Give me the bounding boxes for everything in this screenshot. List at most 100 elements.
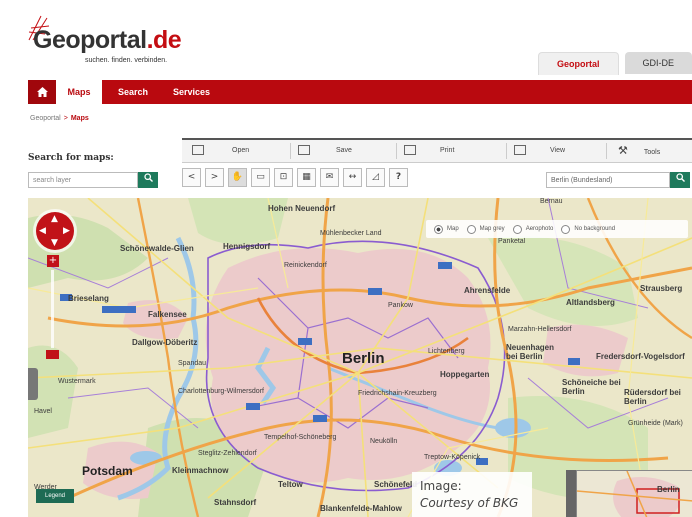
layer-option-map-grey[interactable]: Map grey [466, 224, 505, 234]
map-label-neuenhagen: Neuenhagen bei Berlin [506, 343, 555, 361]
place-search-input[interactable]: Berlin (Bundesland) [546, 172, 670, 188]
map-label-tempelhof: Tempelhof-Schöneberg [264, 434, 337, 441]
save-icon [298, 145, 310, 156]
geoportal-logo[interactable]: Geoportal.de suchen. finden. verbinden. [25, 12, 225, 68]
pan-left-icon[interactable]: ◀ [39, 226, 46, 236]
map-label-berlin: Berlin [342, 350, 385, 367]
view-icon [514, 145, 526, 156]
pan-hand-icon[interactable]: ✋ [228, 168, 247, 187]
map-label-panketal: Panketal [498, 238, 526, 245]
zoom-box-icon[interactable]: ▭ [251, 168, 270, 187]
measure-area-icon[interactable]: ◿ [366, 168, 385, 187]
overview-map[interactable]: Berlin [576, 470, 692, 517]
map-label-fredersdorf: Fredersdorf-Vogelsdorf [596, 352, 685, 361]
mail-icon[interactable]: ✉ [320, 168, 339, 187]
radio-icon [434, 224, 443, 234]
legend-button[interactable]: Legend [36, 489, 74, 503]
map-label-marzahn: Marzahn-Hellersdorf [508, 326, 572, 333]
measure-distance-icon[interactable]: ↔ [343, 168, 362, 187]
map-label-neuendorf: Hohen Neuendorf [268, 204, 336, 213]
pan-up-icon[interactable]: ▲ [51, 214, 58, 224]
map-label-pankow: Pankow [388, 302, 413, 309]
pan-right-icon[interactable]: ▶ [63, 226, 70, 236]
layer-option-aerophoto[interactable]: Aerophoto [512, 224, 553, 234]
toolbar-print-button[interactable]: Print [404, 140, 454, 162]
credit-line-1: Image: [420, 479, 462, 493]
map-label-falkensee: Falkensee [148, 310, 187, 319]
forward-icon[interactable]: > [205, 168, 224, 187]
map-label-lichtenberg: Lichtenberg [428, 348, 465, 355]
print-icon [404, 145, 416, 156]
image-credit: Image: Courtesy of BKG [412, 472, 532, 517]
help-icon[interactable]: ? [389, 168, 408, 187]
place-search-button[interactable] [670, 172, 690, 188]
feature-info-icon[interactable]: ▦ [297, 168, 316, 187]
map-label-hoppegarten: Hoppegarten [440, 370, 490, 379]
map-label-brieselang: Brieselang [68, 294, 109, 303]
pan-down-icon[interactable]: ▼ [51, 238, 58, 248]
map-label-hennigsdorf: Hennigsdorf [223, 242, 271, 251]
map-label-muehlenbeck: Mühlenbecker Land [320, 230, 382, 237]
nav-maps[interactable]: Maps [56, 80, 102, 104]
breadcrumb-separator: > [63, 115, 68, 122]
map-label-reinickendorf: Reinickendorf [284, 262, 327, 269]
map-label-schonewalde: Schönewalde-Glien [120, 244, 194, 253]
folder-icon [192, 145, 204, 156]
layer-search-button[interactable] [138, 172, 158, 188]
zoom-in-button[interactable]: + [47, 255, 59, 267]
toolbar-open-button[interactable]: Open [192, 140, 249, 162]
main-navbar: Maps Search Services [28, 80, 692, 104]
layer-option-no-background[interactable]: No background [561, 224, 615, 234]
radio-icon [561, 224, 571, 234]
map-label-dallgow: Dallgow-Döberitz [132, 338, 198, 347]
map-label-steglitz: Steglitz-Zehlendorf [198, 450, 257, 457]
map-label-kreuzberg: Friedrichshain-Kreuzberg [358, 390, 437, 397]
breadcrumb-current: Maps [70, 115, 89, 122]
tab-geoportal[interactable]: Geoportal [537, 52, 619, 75]
search-maps-title: Search for maps: [28, 153, 114, 163]
map-label-schoneiche: Schöneiche bei Berlin [562, 378, 621, 396]
layer-option-map[interactable]: Map [434, 224, 459, 234]
toolbar-save-button[interactable]: Save [298, 140, 352, 162]
logo-text: Geoportal.de [33, 26, 182, 54]
back-icon[interactable]: < [182, 168, 201, 187]
toolbar-tools-button[interactable]: ⚒ Tools [618, 140, 660, 162]
search-icon [143, 173, 153, 182]
base-layer-switcher: Map Map grey Aerophoto No background [426, 220, 688, 238]
map-label-strausberg: Strausberg [640, 284, 683, 293]
zoom-slider-handle[interactable] [46, 350, 59, 359]
map-label-havel: Havel [34, 408, 52, 415]
pan-control[interactable]: ▲ ▼ ◀ ▶ [36, 212, 74, 250]
overview-toggle[interactable] [566, 470, 576, 517]
toolbar-divider [290, 143, 291, 159]
map-label-rudersdorf: Rüdersdorf bei Berlin [624, 388, 681, 406]
breadcrumb: Geoportal > Maps [30, 115, 89, 122]
map-label-neukolln: Neukölln [370, 438, 398, 445]
toolbar-divider [606, 143, 607, 159]
zoom-slider-track[interactable] [51, 270, 54, 348]
map-label-spandau: Spandau [178, 360, 207, 367]
sidebar-toggle[interactable] [28, 368, 38, 400]
home-icon[interactable] [28, 80, 56, 104]
map-label-charlottenburg: Charlottenburg-Wilmersdorf [178, 388, 264, 395]
tools-icon: ⚒ [618, 145, 628, 157]
nav-services[interactable]: Services [173, 80, 210, 104]
zoom-extent-icon[interactable]: ⊡ [274, 168, 293, 187]
logo-tagline: suchen. finden. verbinden. [85, 57, 168, 64]
map-canvas[interactable]: Berlin Hohen Neuendorf Hennigsdorf Schön… [28, 198, 692, 517]
map-label-teltow: Teltow [278, 480, 303, 489]
map-label-kleinmachnow: Kleinmachnow [172, 466, 229, 475]
map-label-blankenfelde: Blankenfelde-Mahlow [320, 504, 402, 513]
layer-search-input[interactable]: search layer [28, 172, 138, 188]
map-label-stahnsdorf: Stahnsdorf [214, 498, 257, 507]
map-toolbar: Open Save Print View ⚒ Tools [182, 138, 692, 163]
radio-icon [466, 224, 476, 234]
nav-search[interactable]: Search [118, 80, 148, 104]
toolbar-divider [396, 143, 397, 159]
tab-gdi-de[interactable]: GDI-DE [624, 52, 692, 74]
toolbar-view-button[interactable]: View [514, 140, 565, 162]
breadcrumb-root[interactable]: Geoportal [30, 115, 61, 122]
search-icon [675, 173, 685, 182]
map-label-bernau: Bernau [540, 198, 563, 205]
radio-icon [512, 224, 522, 234]
